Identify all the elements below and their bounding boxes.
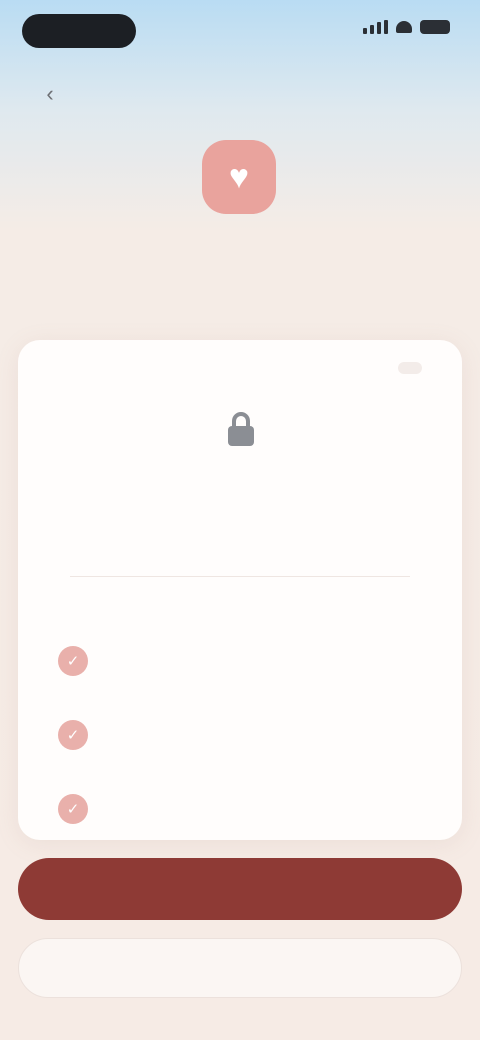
info-card: ✓ ✓ ✓ (18, 340, 462, 840)
check-icon: ✓ (58, 720, 88, 750)
secondary-button[interactable] (18, 938, 462, 998)
status-icons (363, 20, 450, 34)
card-badge (398, 362, 422, 374)
feature-item: ✓ (58, 772, 422, 846)
battery-icon (420, 20, 450, 34)
chevron-left-icon: ‹ (46, 81, 54, 106)
wifi-icon (396, 21, 412, 33)
back-button[interactable]: ‹ (36, 80, 64, 108)
heart-icon: ♥ (202, 140, 276, 214)
lock-icon (218, 406, 264, 452)
primary-button[interactable] (18, 858, 462, 920)
feature-item: ✓ (58, 624, 422, 698)
feature-list: ✓ ✓ ✓ (58, 624, 422, 846)
signal-icon (363, 20, 388, 34)
check-icon: ✓ (58, 794, 88, 824)
feature-item: ✓ (58, 698, 422, 772)
divider (70, 576, 410, 577)
check-icon: ✓ (58, 646, 88, 676)
status-time-pill (22, 14, 136, 48)
